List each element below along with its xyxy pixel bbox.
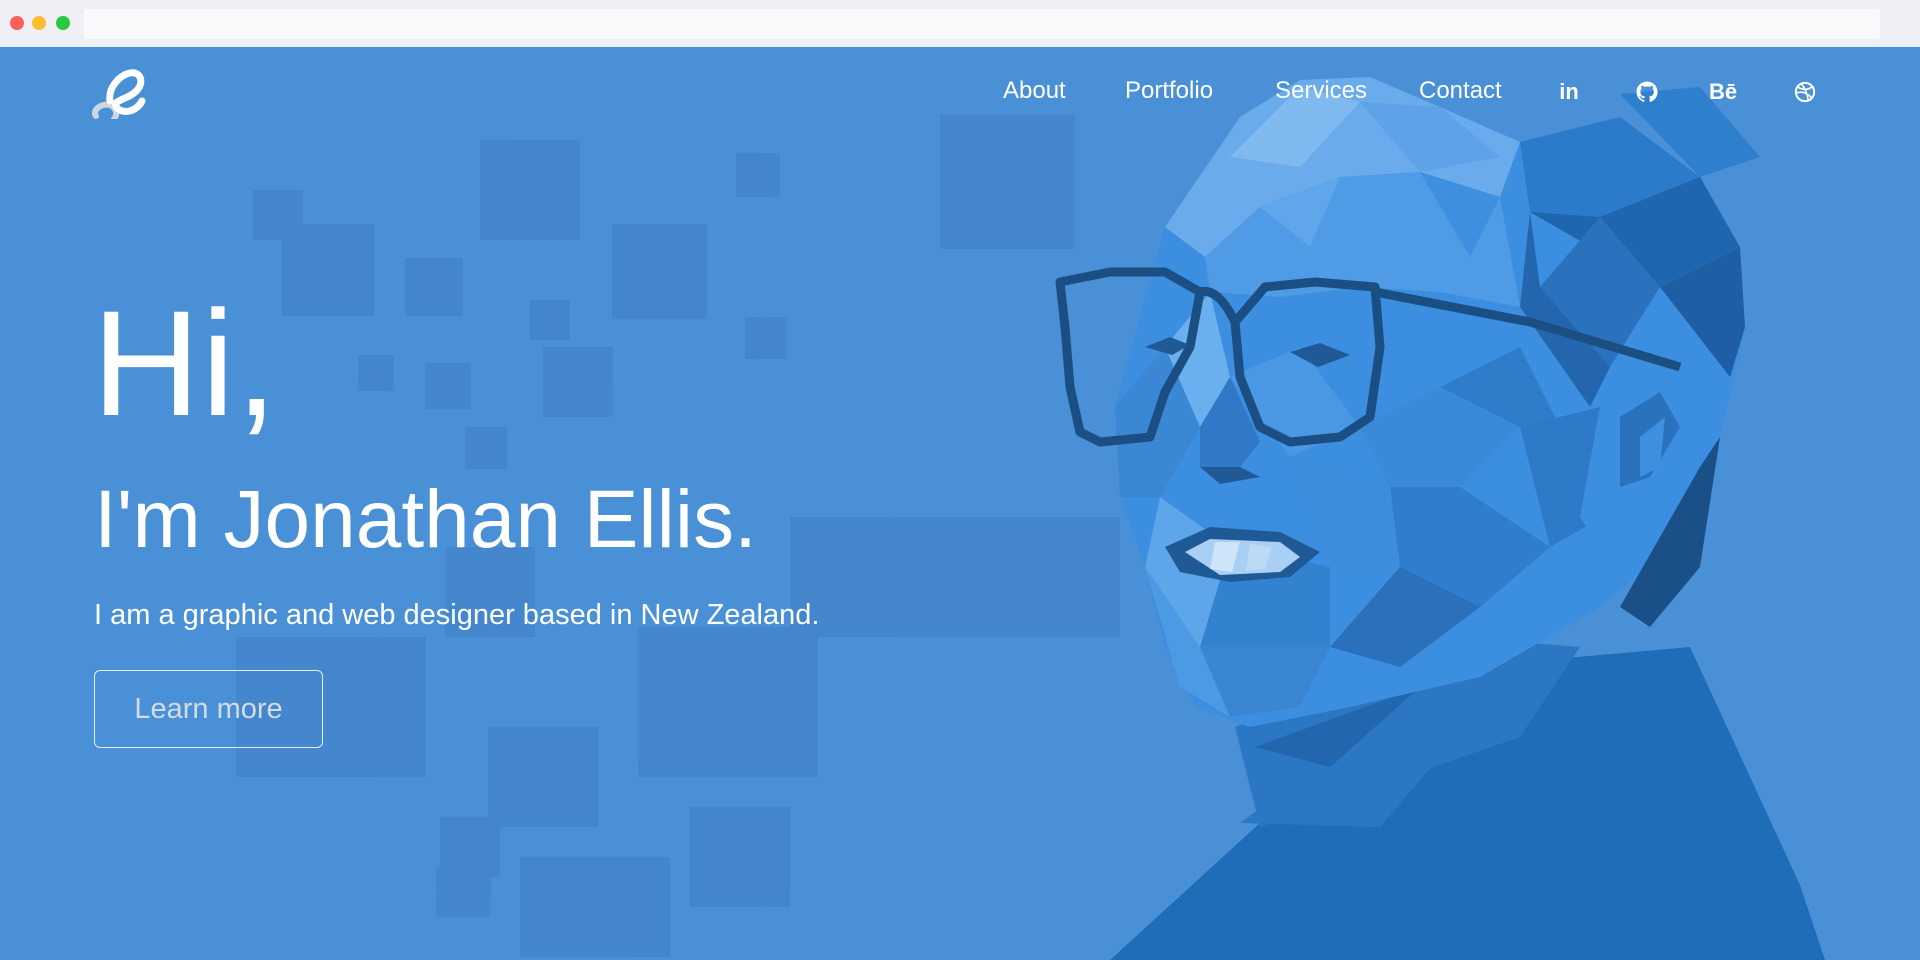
hero-name: I'm Jonathan Ellis.: [94, 474, 757, 565]
minimize-window-button[interactable]: [32, 16, 46, 30]
behance-icon[interactable]: Bē: [1705, 79, 1741, 105]
nav-link-contact[interactable]: Contact: [1419, 75, 1502, 107]
maximize-window-button[interactable]: [56, 16, 70, 30]
close-window-button[interactable]: [10, 16, 24, 30]
address-bar[interactable]: [84, 9, 1880, 39]
hero-tagline: I am a graphic and web designer based in…: [94, 599, 820, 631]
linkedin-icon[interactable]: in: [1556, 79, 1582, 105]
nav-link-about[interactable]: About: [1003, 75, 1066, 107]
hero-section: About Portfolio Services Contact in Bē H…: [0, 47, 1920, 960]
nav-link-portfolio[interactable]: Portfolio: [1125, 75, 1213, 107]
dribbble-icon[interactable]: [1792, 79, 1818, 105]
github-icon[interactable]: [1634, 79, 1660, 105]
nav-link-services[interactable]: Services: [1275, 75, 1367, 107]
browser-chrome: [0, 0, 1920, 47]
learn-more-button[interactable]: Learn more: [94, 670, 323, 748]
je-monogram-logo[interactable]: [90, 67, 150, 119]
hero-greeting: Hi,: [92, 279, 279, 447]
